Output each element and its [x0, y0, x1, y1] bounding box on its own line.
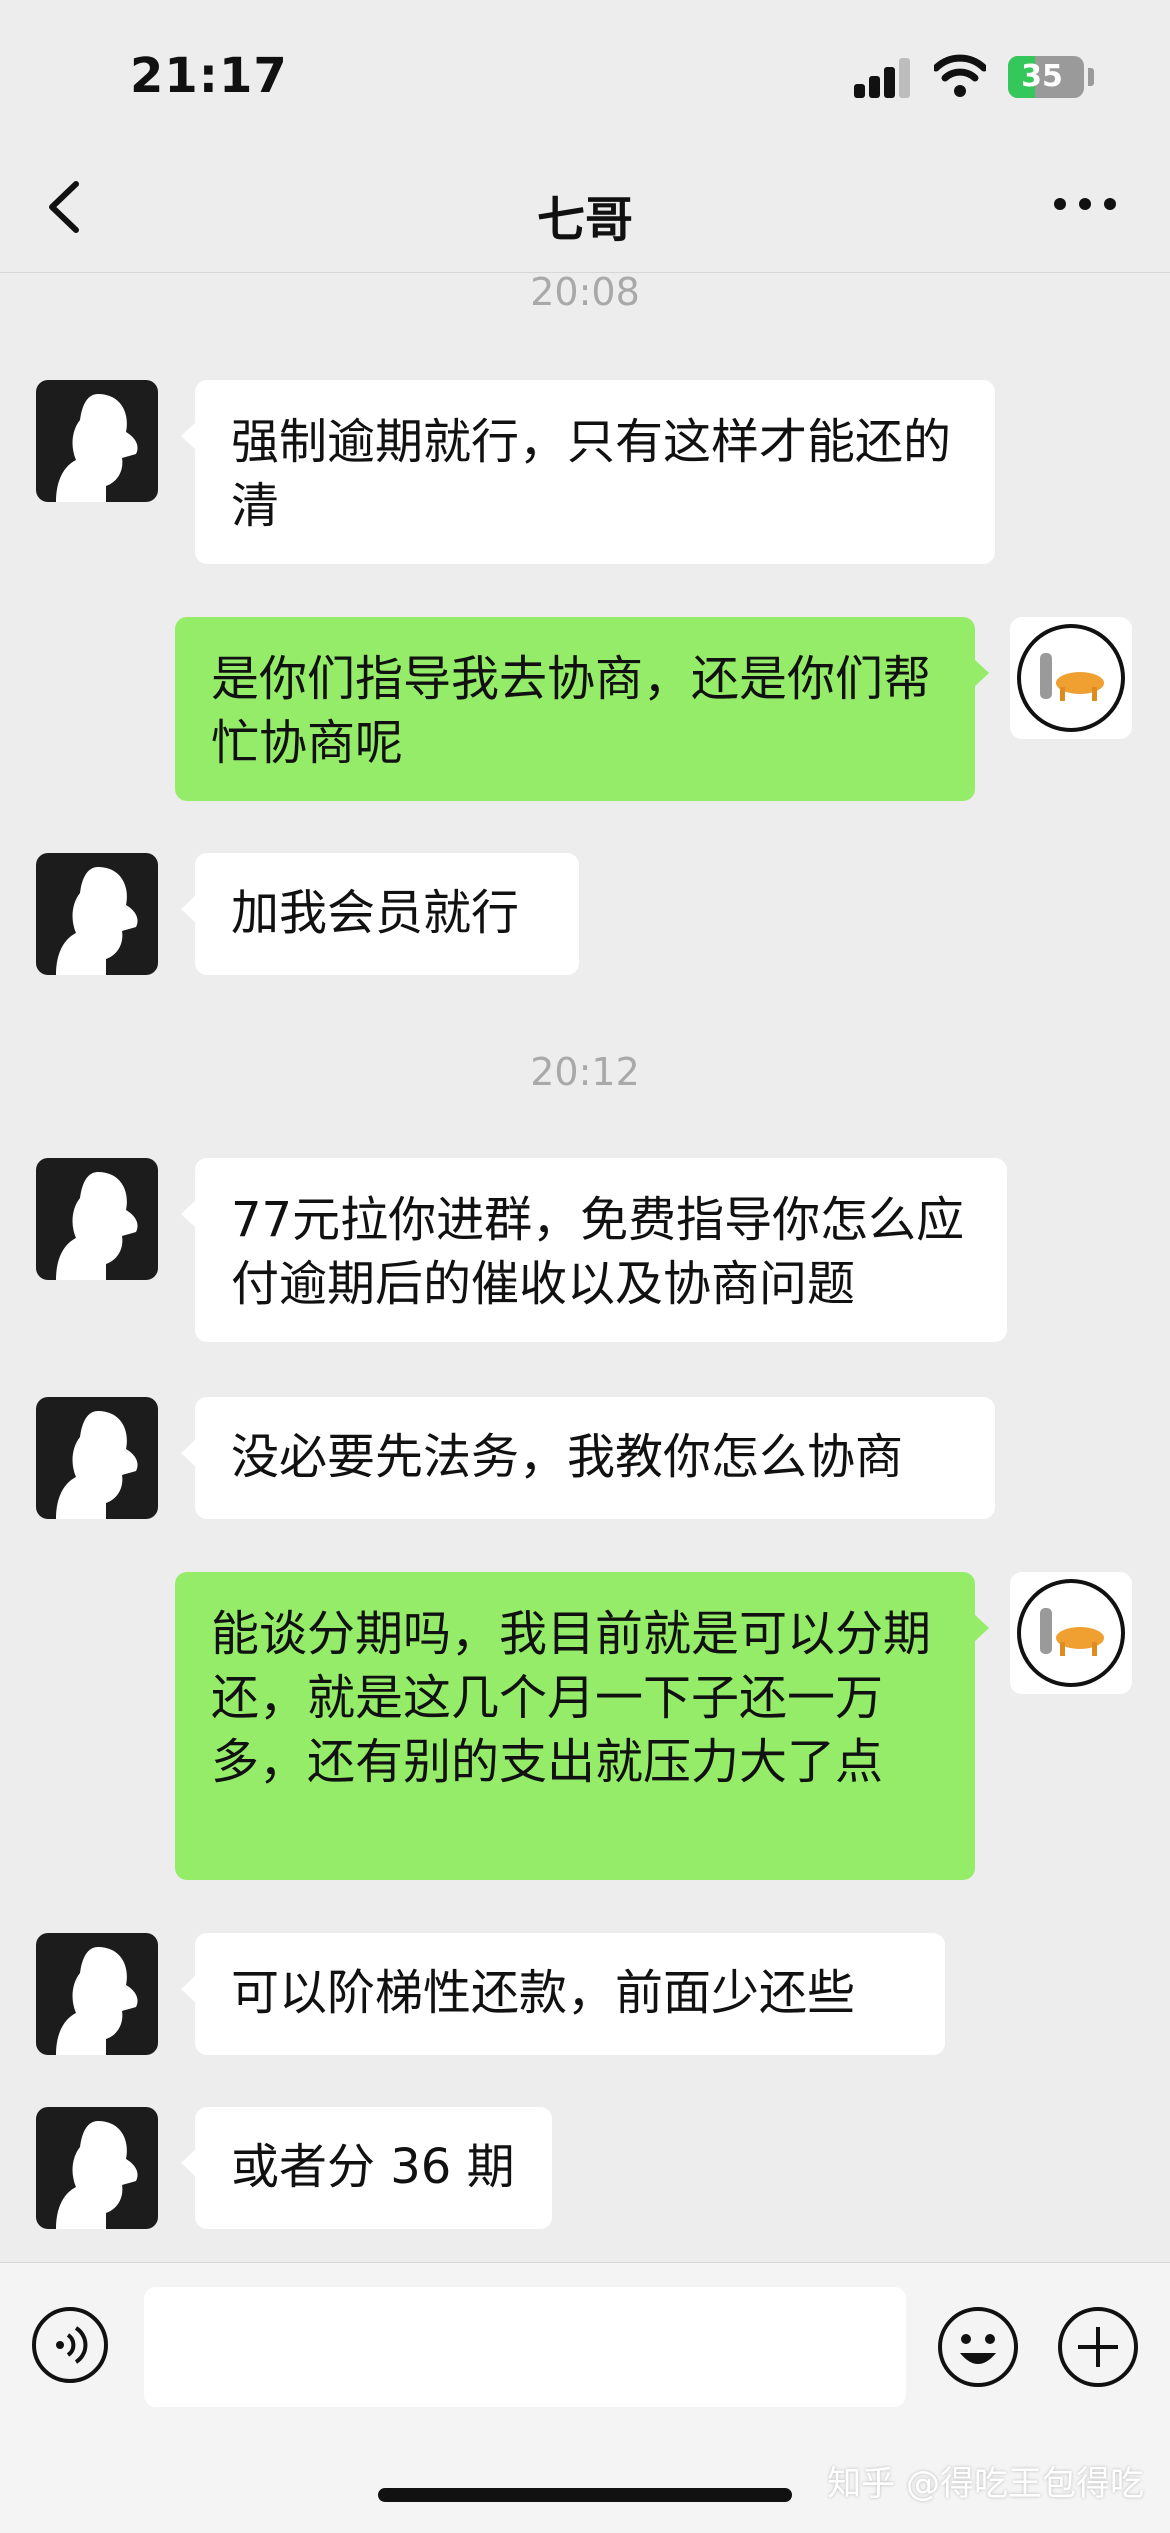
message-bubble[interactable]: 77元拉你进群，免费指导你怎么应付逾期后的催收以及协商问题: [181, 1158, 1007, 1342]
message-bubble[interactable]: 是你们指导我去协商，还是你们帮忙协商呢: [175, 617, 989, 801]
silhouette-icon: [56, 394, 138, 502]
message-bubble[interactable]: 强制逾期就行，只有这样才能还的清: [181, 380, 995, 564]
silhouette-icon: [56, 867, 138, 975]
status-time: 21:17: [130, 48, 288, 104]
timestamp: 20:08: [530, 270, 640, 314]
contact-avatar[interactable]: [36, 380, 158, 502]
contact-avatar[interactable]: [36, 1397, 158, 1519]
my-avatar[interactable]: [1010, 1572, 1132, 1694]
status-bar: 21:17 35: [0, 0, 1170, 150]
silhouette-icon: [56, 1947, 138, 2055]
chat-title: 七哥: [536, 192, 633, 248]
silhouette-icon: [56, 1411, 138, 1519]
contact-avatar[interactable]: [36, 1933, 158, 2055]
chat-header: 七哥: [0, 150, 1170, 273]
message-input[interactable]: [144, 2287, 906, 2407]
plus-icon[interactable]: [1056, 2305, 1140, 2389]
battery-tip: [1088, 68, 1094, 86]
my-avatar[interactable]: [1010, 617, 1132, 739]
timestamp: 20:12: [530, 1050, 640, 1094]
voice-icon[interactable]: [30, 2305, 110, 2385]
silhouette-icon: [56, 2121, 138, 2229]
emoji-icon[interactable]: [936, 2305, 1020, 2389]
contact-avatar[interactable]: [36, 2107, 158, 2229]
tiger-avatar-icon: [1017, 624, 1125, 732]
wifi-icon: [934, 54, 986, 97]
battery-indicator: 35: [1008, 56, 1084, 98]
cellular-signal-icon: [854, 58, 912, 98]
contact-avatar[interactable]: [36, 1158, 158, 1280]
battery-percent: 35: [1021, 59, 1063, 94]
message-bubble[interactable]: 能谈分期吗，我目前就是可以分期还，就是这几个月一下子还一万多，还有别的支出就压力…: [175, 1572, 989, 1880]
message-bubble[interactable]: 或者分 36 期: [181, 2107, 552, 2229]
silhouette-icon: [56, 1172, 138, 1280]
message-bubble[interactable]: 没必要先法务，我教你怎么协商: [181, 1397, 995, 1519]
tiger-avatar-icon: [1017, 1579, 1125, 1687]
more-icon[interactable]: [1050, 190, 1120, 220]
message-bubble[interactable]: 加我会员就行: [181, 853, 579, 975]
home-indicator[interactable]: [378, 2488, 792, 2502]
watermark: 知乎 @得吃王包得吃: [827, 2464, 1144, 2504]
message-bubble[interactable]: 可以阶梯性还款，前面少还些: [181, 1933, 945, 2055]
contact-avatar[interactable]: [36, 853, 158, 975]
